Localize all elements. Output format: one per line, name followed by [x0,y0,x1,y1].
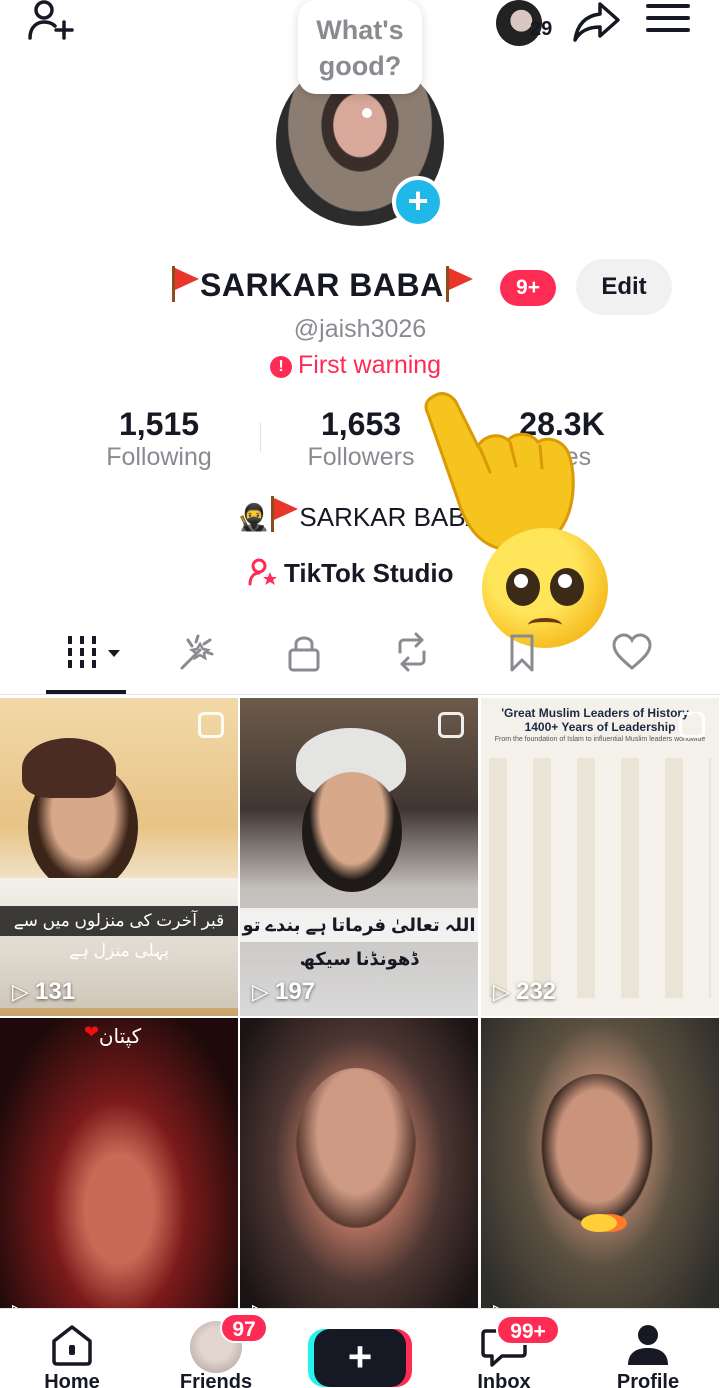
tab-favorites[interactable] [492,632,552,680]
profile-name-row: SARKAR BABA [170,266,474,304]
nav-inbox[interactable]: 99+ Inbox [444,1309,564,1388]
ninja-emoji-icon: 🥷 [237,502,270,532]
video-caption: کپتان [98,1026,142,1048]
grid-icon [68,636,120,668]
lock-icon [288,636,320,672]
status-bubble[interactable]: What's good? [298,0,422,94]
infographic-title: 'Great Muslim Leaders of History – 1400+… [501,706,699,734]
user-star-icon [248,558,278,589]
video-thumbnail-figure [296,1068,416,1228]
nav-home-label: Home [44,1371,100,1388]
add-avatar-button[interactable]: + [392,176,444,228]
flag-icon [170,266,200,302]
nav-inbox-label: Inbox [477,1371,531,1388]
story-count: 29 [530,18,553,40]
pinned-icon [438,712,464,738]
repost-icon [398,632,426,672]
nav-friends[interactable]: 97 Friends [156,1309,276,1388]
home-icon [52,1325,92,1366]
profile-icon [628,1325,668,1365]
flag-icon [269,496,299,532]
video-tile[interactable]: کپتان ❤ [0,1018,238,1336]
tabs-divider [0,694,720,695]
tab-reposts[interactable] [382,632,442,680]
video-views: 131 [12,978,75,1006]
flame-shape [581,1214,617,1232]
infographic-subtitle: From the foundation of Islam to influent… [494,736,706,743]
tab-private[interactable] [274,632,334,680]
nav-profile[interactable]: Profile [588,1309,708,1388]
nav-home[interactable]: Home [12,1309,132,1388]
following-count[interactable]: 1,515 [59,406,259,443]
turban-shape [22,738,116,798]
create-button[interactable]: + [314,1329,406,1387]
video-tile[interactable]: قبر آخرت کی منزلوں میں سے پہلی منزل ہے 1… [0,698,238,1016]
flag-icon [444,266,474,302]
warning-label: First warning [298,351,442,379]
nav-profile-label: Profile [616,1371,680,1388]
video-tile[interactable] [481,1018,719,1336]
pleading-face-icon [482,528,608,648]
profile-handle: @jaish3026 [293,315,427,343]
video-thumbnail-figure [535,1074,659,1234]
profile-name: SARKAR BABA [200,267,444,303]
bottom-nav: Home 97 Friends + 99+ Inbox Profile [0,1308,720,1388]
edit-profile-button[interactable]: Edit [576,259,672,315]
video-tile[interactable]: اللہ تعالیٰ فرماتا ہے بندے تو ڈھونڈنا سی… [240,698,478,1016]
bookmark-icon [510,634,534,672]
heart-icon [612,633,652,670]
profile-bio: 🥷 SARKAR BABA [0,496,720,533]
pinned-icon [679,712,705,738]
pinned-icon [198,712,224,738]
video-thumbnail-figure [302,772,402,892]
following-label[interactable]: Following [59,443,259,472]
tab-videos[interactable] [60,632,120,680]
bubble-line2: good? [318,51,402,81]
video-views: 232 [493,978,556,1006]
nav-friends-label: Friends [179,1371,253,1388]
video-caption: اللہ تعالیٰ فرماتا ہے بندے تو ڈھونڈنا سی… [240,908,478,969]
bubble-line1: What's [316,15,404,45]
tab-effects[interactable] [166,632,226,680]
warning-link[interactable]: ! First warning [270,351,441,380]
infographic-grid [489,758,711,998]
video-tile[interactable] [240,1018,478,1336]
warning-icon: ! [270,356,292,378]
friends-badge: 97 [220,1313,268,1343]
menu-icon[interactable] [646,4,690,38]
tab-liked[interactable] [602,632,662,680]
heart-emoji-icon: ❤ [84,1022,100,1042]
video-tile[interactable]: 'Great Muslim Leaders of History – 1400+… [481,698,719,1016]
notification-badge[interactable]: 9+ [500,270,556,306]
inbox-badge: 99+ [496,1315,560,1345]
add-friend-icon[interactable] [26,0,78,44]
tiktok-studio-link[interactable]: TikTok Studio [248,558,453,589]
sparkle-icon [180,634,214,670]
share-icon[interactable] [572,0,622,44]
video-caption: قبر آخرت کی منزلوں میں سے پہلی منزل ہے [0,906,238,960]
bubble-dot [362,108,372,118]
video-views: 197 [252,978,315,1006]
studio-label: TikTok Studio [284,558,454,588]
